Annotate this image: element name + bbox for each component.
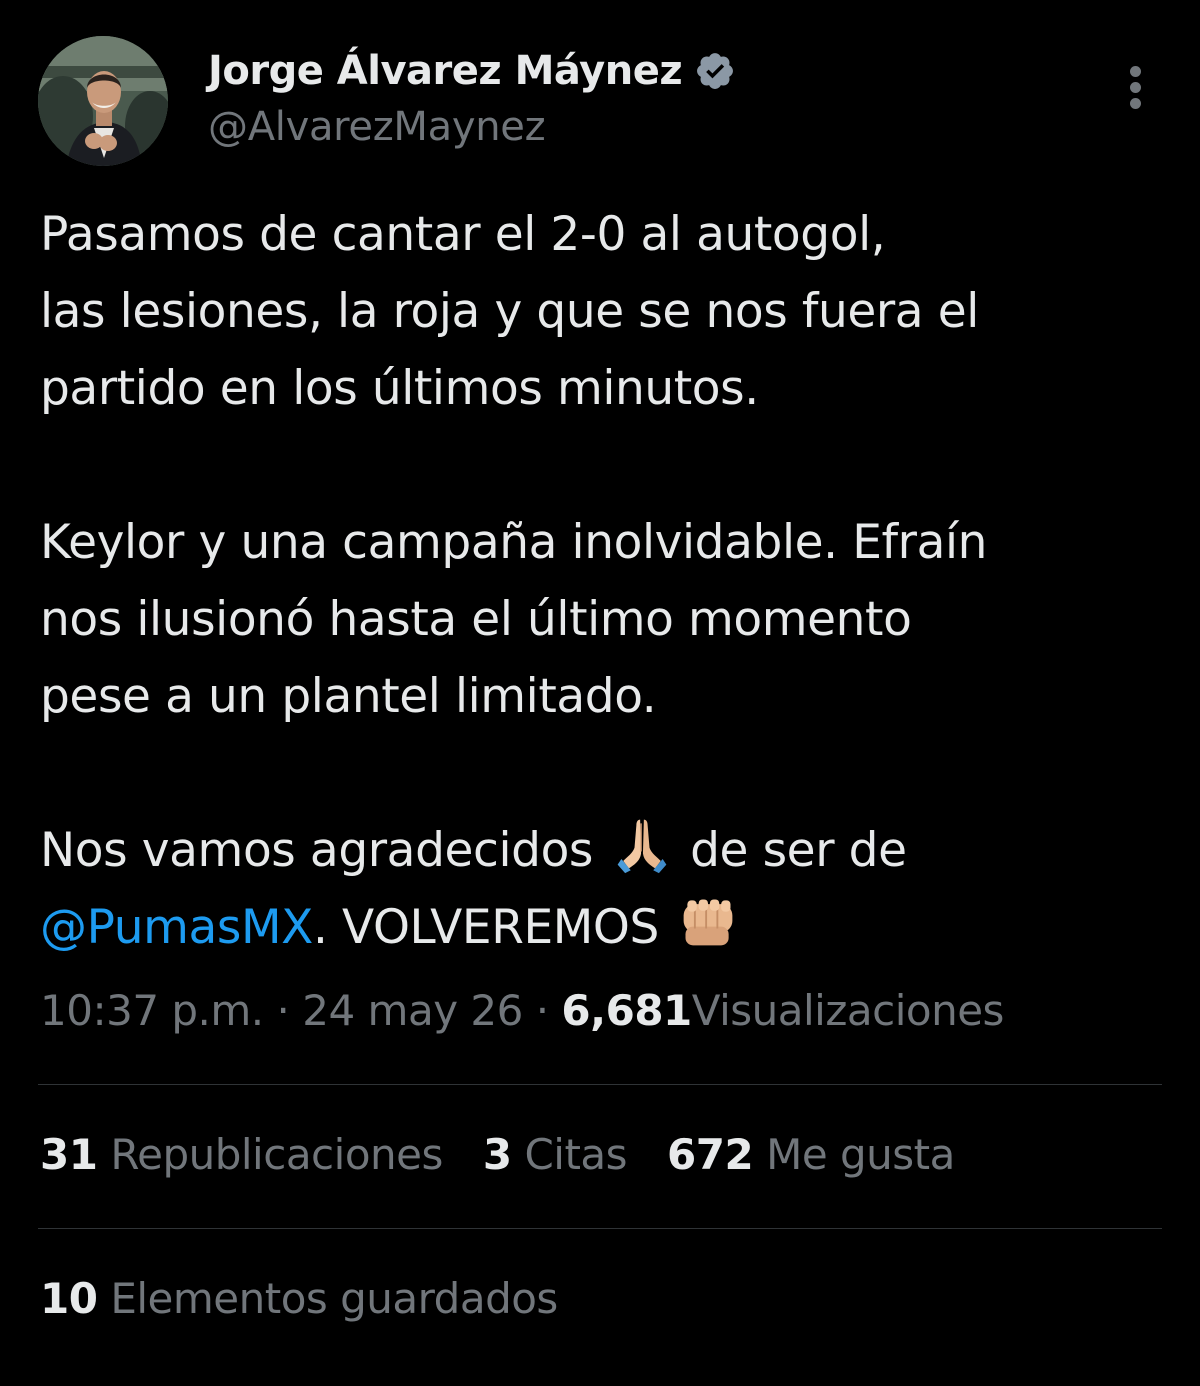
tweet-time[interactable]: 10:37 p.m. [40, 986, 264, 1035]
text-line: partido en los últimos minutos. [40, 361, 759, 416]
likes-label: Me gusta [766, 1130, 955, 1179]
paragraph-2: Keylor y una campaña inolvidable. Efraín… [40, 504, 1160, 735]
author-names: Jorge Álvarez Máynez @AlvarezMaynez [208, 42, 736, 150]
profile-photo [38, 36, 168, 166]
tweet-header: Jorge Álvarez Máynez @AlvarezMaynez [38, 36, 1162, 166]
more-options-icon[interactable] [1124, 66, 1148, 110]
author-handle[interactable]: @AlvarezMaynez [208, 104, 736, 150]
bookmarks-label: Elementos guardados [110, 1274, 558, 1323]
tweet-detail: Jorge Álvarez Máynez @AlvarezMaynez Pasa… [0, 0, 1200, 1386]
text-line: nos ilusionó hasta el último momento [40, 592, 912, 647]
meta-separator: · [276, 986, 290, 1035]
paragraph-1: Pasamos de cantar el 2-0 al autogol, las… [40, 196, 1160, 427]
quotes-label: Citas [524, 1130, 628, 1179]
text-segment: . VOLVEREMOS [312, 900, 659, 955]
avatar[interactable] [38, 36, 168, 166]
text-segment: de ser de [690, 823, 907, 878]
quotes-count: 3 [482, 1130, 512, 1179]
likes-stat[interactable]: 672 Me gusta [667, 1130, 955, 1179]
likes-count: 672 [667, 1130, 754, 1179]
tweet-meta: 10:37 p.m. · 24 may 26 · 6,681Visualizac… [40, 986, 1004, 1035]
text-line: las lesiones, la roja y que se nos fuera… [40, 284, 979, 339]
text-line: pese a un plantel limitado. [40, 669, 657, 724]
views-label: Visualizaciones [691, 986, 1005, 1035]
mention-link[interactable]: @PumasMX [40, 900, 313, 955]
quotes-stat[interactable]: 3 Citas [482, 1130, 628, 1179]
paragraph-3: Nos vamos agradecidos de ser de @PumasMX… [40, 812, 1160, 966]
display-name[interactable]: Jorge Álvarez Máynez [208, 48, 683, 94]
text-segment: Nos vamos agradecidos [40, 823, 594, 878]
bookmarks-count: 10 [40, 1274, 98, 1323]
tweet-date[interactable]: 24 may 26 [302, 986, 523, 1035]
folded-hands-icon [617, 819, 666, 874]
views-count[interactable]: 6,681 [561, 986, 692, 1035]
meta-separator: · [535, 986, 549, 1035]
text-line: Pasamos de cantar el 2-0 al autogol, [40, 207, 886, 262]
tweet-text: Pasamos de cantar el 2-0 al autogol, las… [40, 196, 1160, 966]
display-name-row: Jorge Álvarez Máynez [208, 42, 736, 100]
engagement-stats: 31 Republicaciones 3 Citas 672 Me gusta [40, 1130, 995, 1179]
verified-badge-icon[interactable] [694, 50, 736, 92]
divider [38, 1084, 1162, 1085]
bookmarks-stat[interactable]: 10 Elementos guardados [40, 1274, 558, 1323]
fist-icon [683, 899, 732, 946]
reposts-count: 31 [40, 1130, 98, 1179]
text-line: Keylor y una campaña inolvidable. Efraín [40, 515, 988, 570]
reposts-stat[interactable]: 31 Republicaciones [40, 1130, 443, 1179]
divider [38, 1228, 1162, 1229]
reposts-label: Republicaciones [110, 1130, 443, 1179]
